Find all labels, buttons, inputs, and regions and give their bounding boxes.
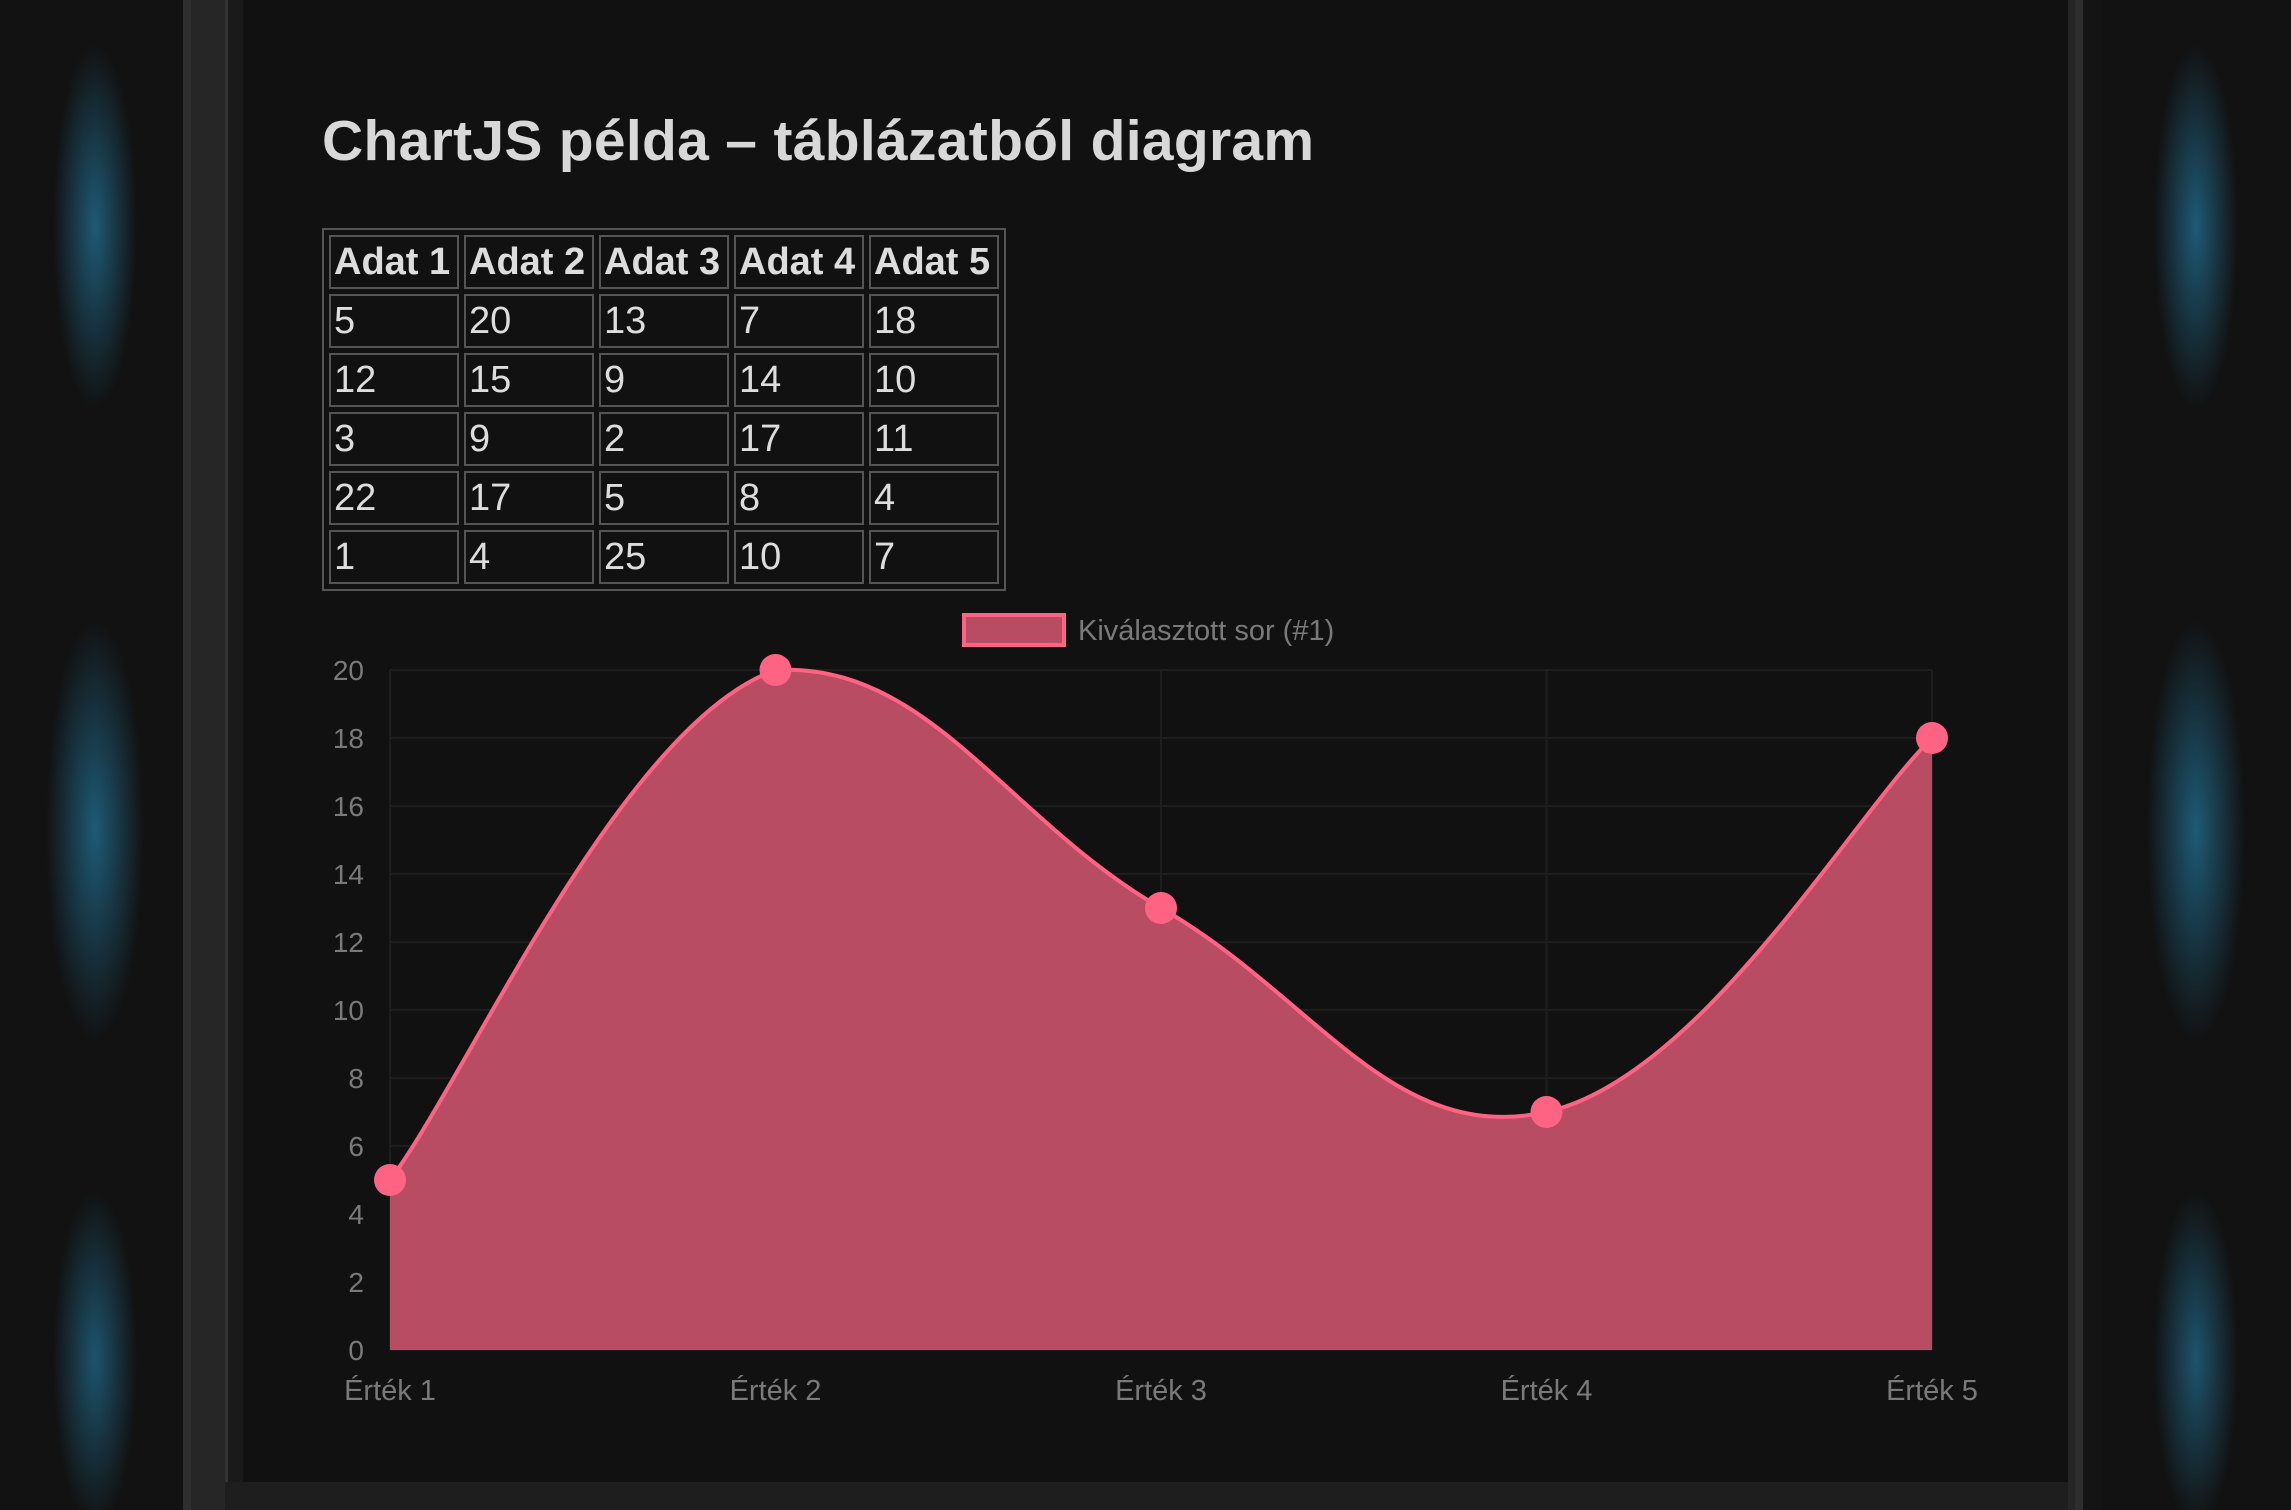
y-tick-label: 6 <box>348 1131 364 1162</box>
table-cell: 17 <box>464 471 594 525</box>
table-cell: 10 <box>869 353 999 407</box>
data-table: Adat 1 Adat 2 Adat 3 Adat 4 Adat 5 5 20 … <box>322 228 1006 591</box>
column-header: Adat 5 <box>869 235 999 289</box>
data-point-2[interactable] <box>759 654 792 686</box>
table-header-row: Adat 1 Adat 2 Adat 3 Adat 4 Adat 5 <box>329 235 999 289</box>
x-tick-label: Érték 1 <box>344 1374 436 1407</box>
bottom-strip <box>225 1482 2068 1510</box>
table-row[interactable]: 22 17 5 8 4 <box>329 471 999 525</box>
column-header: Adat 3 <box>599 235 729 289</box>
data-point-4[interactable] <box>1530 1096 1563 1128</box>
y-axis-ticks: 0 2 4 6 8 10 12 14 16 18 20 <box>333 655 364 1366</box>
legend-swatch[interactable] <box>962 613 1066 647</box>
area-chart: 02468101214161820 Érték 1 Érték 2 Érték 3É… <box>333 613 1978 1407</box>
y-tick-label: 4 <box>348 1199 364 1230</box>
table-cell: 3 <box>329 412 459 466</box>
data-point-5[interactable] <box>1916 722 1948 754</box>
table-row[interactable]: 1 4 25 10 7 <box>329 530 999 584</box>
column-header: Adat 4 <box>734 235 864 289</box>
x-tick-label: Érték 5 <box>1886 1374 1978 1407</box>
table-cell: 15 <box>464 353 594 407</box>
table-cell: 13 <box>599 294 729 348</box>
background-left-decoration <box>0 0 190 1510</box>
data-point-3[interactable] <box>1145 892 1177 924</box>
y-tick-label: 14 <box>333 859 364 890</box>
y-tick-label: 8 <box>348 1063 364 1094</box>
table-cell: 5 <box>329 294 459 348</box>
chart-legend[interactable]: Kiválasztott sor (#1) <box>962 613 1334 647</box>
table-row[interactable]: 5 20 13 7 18 <box>329 294 999 348</box>
x-tick-label: Érték 4 <box>1501 1374 1593 1407</box>
x-axis-ticks: Érték 1 Érték 2 Érték 3 Érték 4 Érték 5 <box>344 1374 1978 1407</box>
y-tick-label: 20 <box>333 655 364 686</box>
x-tick-label: Érték 3 <box>1115 1374 1207 1407</box>
table-cell: 5 <box>599 471 729 525</box>
x-tick-label: Érték 2 <box>730 1374 822 1407</box>
y-tick-label: 18 <box>333 723 364 754</box>
table-cell: 10 <box>734 530 864 584</box>
column-header: Adat 1 <box>329 235 459 289</box>
table-cell: 7 <box>734 294 864 348</box>
table-row[interactable]: 3 9 2 17 11 <box>329 412 999 466</box>
background-right-decoration <box>2101 0 2291 1510</box>
y-tick-label: 12 <box>333 927 364 958</box>
table-cell: 8 <box>734 471 864 525</box>
column-header: Adat 2 <box>464 235 594 289</box>
table-cell: 1 <box>329 530 459 584</box>
data-point-1[interactable] <box>374 1164 406 1196</box>
page-title: ChartJS példa – táblázatból diagram <box>322 109 1315 173</box>
table-cell: 20 <box>464 294 594 348</box>
table-cell: 9 <box>599 353 729 407</box>
table-cell: 4 <box>464 530 594 584</box>
table-row[interactable]: 12 15 9 14 10 <box>329 353 999 407</box>
table-cell: 14 <box>734 353 864 407</box>
y-tick-label: 2 <box>348 1267 364 1298</box>
table-cell: 9 <box>464 412 594 466</box>
table-cell: 4 <box>869 471 999 525</box>
table-cell: 7 <box>869 530 999 584</box>
legend-label[interactable]: Kiválasztott sor (#1) <box>1078 615 1334 647</box>
table-cell: 22 <box>329 471 459 525</box>
table-cell: 25 <box>599 530 729 584</box>
y-tick-label: 0 <box>348 1335 364 1366</box>
table-cell: 12 <box>329 353 459 407</box>
y-tick-label: 16 <box>333 791 364 822</box>
table-cell: 18 <box>869 294 999 348</box>
table-cell: 2 <box>599 412 729 466</box>
table-cell: 17 <box>734 412 864 466</box>
table-cell: 11 <box>869 412 999 466</box>
y-tick-label: 10 <box>333 995 364 1026</box>
